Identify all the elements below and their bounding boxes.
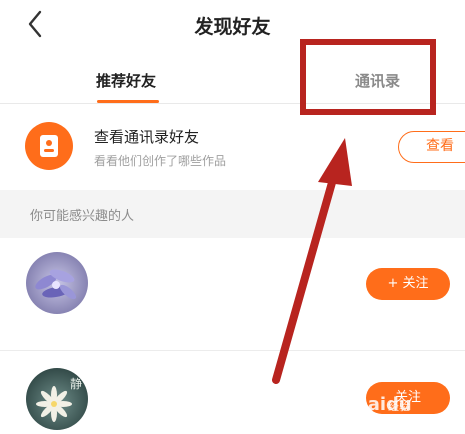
baidu-watermark: Baidu 经验 [322,386,462,426]
follow-button[interactable]: + 关注 [366,268,450,300]
view-contacts-card: 查看通讯录好友 看看他们创作了哪些作品 查看 [0,114,465,186]
active-tab-indicator [97,100,159,103]
avatar[interactable]: 静 [26,368,88,430]
discover-friends-screen: 发现好友 推荐好友 通讯录 查看通讯录好友 看看他们创作了哪些作品 查看 你可能… [0,0,465,434]
top-bar: 发现好友 [0,0,465,52]
tab-bar: 推荐好友 通讯录 [0,60,465,104]
list-item: + 关注 [0,246,465,326]
view-button[interactable]: 查看 [398,131,465,163]
divider [0,350,465,351]
contacts-card-subtitle: 看看他们创作了哪些作品 [94,154,227,168]
avatar[interactable] [26,252,88,314]
section-header: 你可能感兴趣的人 [0,190,465,238]
tab-recommended-friends[interactable]: 推荐好友 [96,70,156,91]
watermark-sub: 经验 [388,400,410,413]
tab-contacts[interactable]: 通讯录 [355,70,400,91]
section-title: 你可能感兴趣的人 [30,209,135,224]
page-title: 发现好友 [194,16,271,38]
contacts-card-title: 查看通讯录好友 [94,128,200,146]
svg-text:静: 静 [70,377,82,391]
contact-book-icon [25,122,73,170]
